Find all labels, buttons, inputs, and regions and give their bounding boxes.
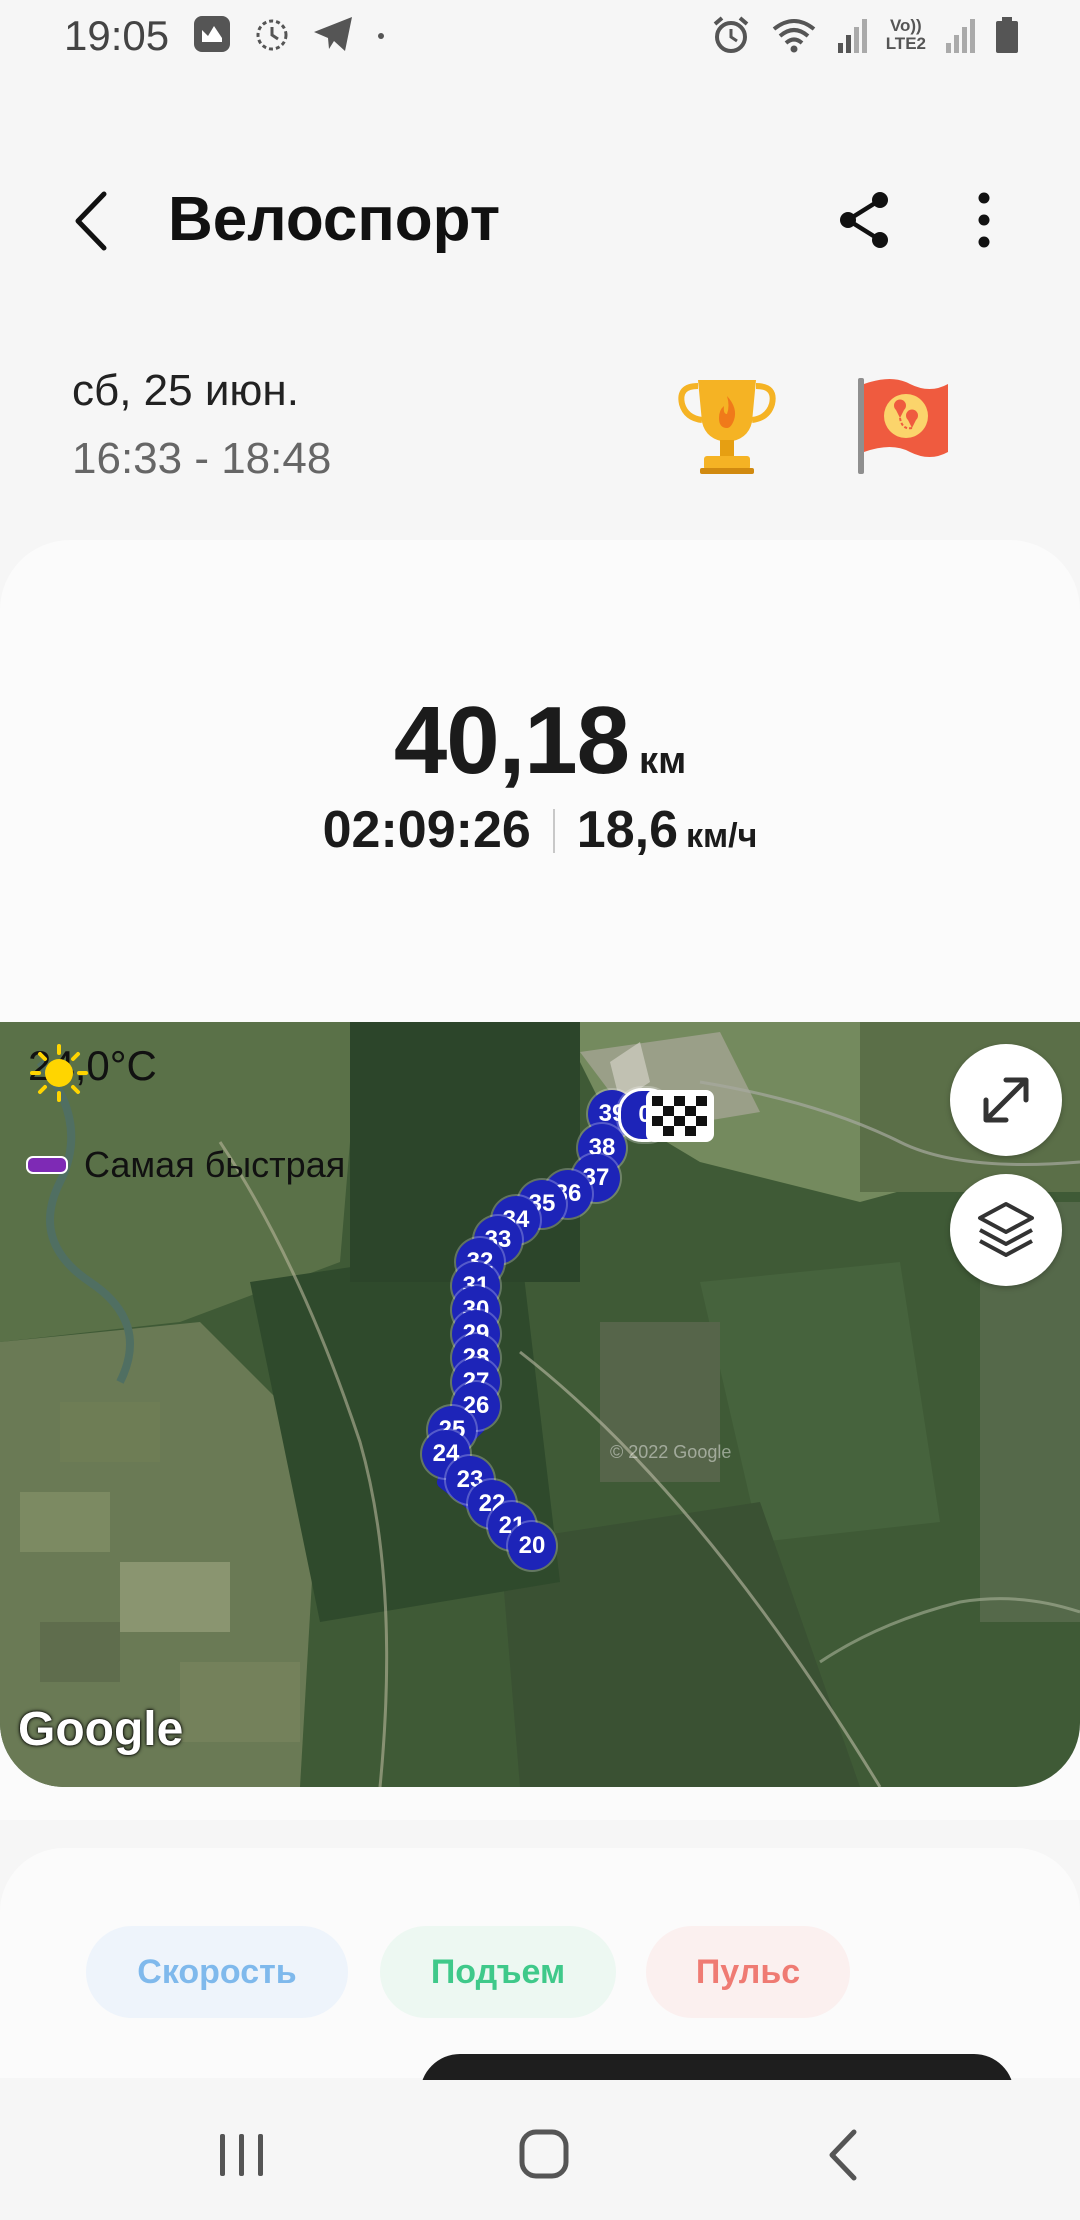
distance-display: 40,18 км	[0, 686, 1080, 796]
sun-icon	[30, 1044, 88, 1102]
expand-icon	[983, 1077, 1029, 1123]
status-bar: 19:05 Vo)) LTE2	[0, 0, 1080, 70]
alarm-icon	[713, 16, 748, 53]
gallery-icon	[194, 16, 230, 52]
route-overlay	[437, 1105, 647, 1569]
stats-divider	[552, 809, 555, 853]
signal-icon	[946, 19, 975, 53]
workout-time-range: 16:33 - 18:48	[72, 434, 332, 483]
status-right-icons: Vo)) LTE2	[710, 14, 1020, 56]
layers-icon	[978, 1202, 1034, 1257]
tab-elevation[interactable]: Подъем	[380, 1926, 616, 2018]
map-legend: Самая быстрая	[26, 1144, 345, 1186]
status-time: 19:05	[64, 12, 170, 59]
trophy-icon[interactable]	[676, 374, 778, 478]
tab-speed[interactable]: Скорость	[86, 1926, 348, 2018]
fastest-segment-label: Самая быстрая	[84, 1144, 346, 1185]
expand-map-button[interactable]	[950, 1044, 1062, 1156]
avg-speed-value: 18,6	[576, 801, 678, 859]
distance-unit: км	[639, 740, 687, 782]
route-marker-20: 20	[508, 1522, 556, 1570]
alarm-clock-icon	[256, 19, 288, 51]
sub-stats: 02:09:26 18,6 км/ч	[0, 800, 1080, 860]
signal-icon	[837, 19, 867, 53]
back-icon[interactable]	[806, 2120, 886, 2190]
volte-lte2-icon: Vo)) LTE2	[885, 16, 926, 53]
status-left-icons	[192, 14, 386, 54]
telegram-icon	[314, 17, 352, 51]
google-logo: Google	[18, 1703, 184, 1756]
tab-heart-rate[interactable]: Пульс	[646, 1926, 850, 2018]
workout-date: сб, 25 июн.	[72, 366, 299, 415]
finish-flag-icon	[646, 1090, 714, 1142]
recent-apps-icon[interactable]	[202, 2120, 282, 2190]
battery-icon	[996, 17, 1018, 53]
home-icon[interactable]	[504, 2120, 584, 2190]
map-layers-button[interactable]	[950, 1174, 1062, 1286]
weather-info: 24,0°C	[28, 1042, 157, 1102]
app-header: Велоспорт	[0, 170, 1080, 270]
map-copyright: © 2022 Google	[610, 1442, 732, 1462]
dot-icon	[378, 33, 384, 39]
wifi-icon	[772, 19, 815, 53]
more-options-icon[interactable]	[948, 184, 1020, 256]
distance-value: 40,18	[393, 687, 630, 794]
route-flag-icon[interactable]	[852, 374, 952, 478]
system-navigation-bar	[0, 2080, 1080, 2220]
share-icon[interactable]	[828, 184, 900, 256]
route-map[interactable]: 3903837363534333231302928272625242322212…	[0, 1022, 1080, 1787]
avg-speed-unit: км/ч	[686, 817, 758, 855]
fastest-segment-swatch	[26, 1156, 68, 1174]
page-title: Велоспорт	[168, 185, 501, 254]
duration-value: 02:09:26	[322, 801, 531, 859]
back-arrow-icon[interactable]	[60, 186, 130, 256]
